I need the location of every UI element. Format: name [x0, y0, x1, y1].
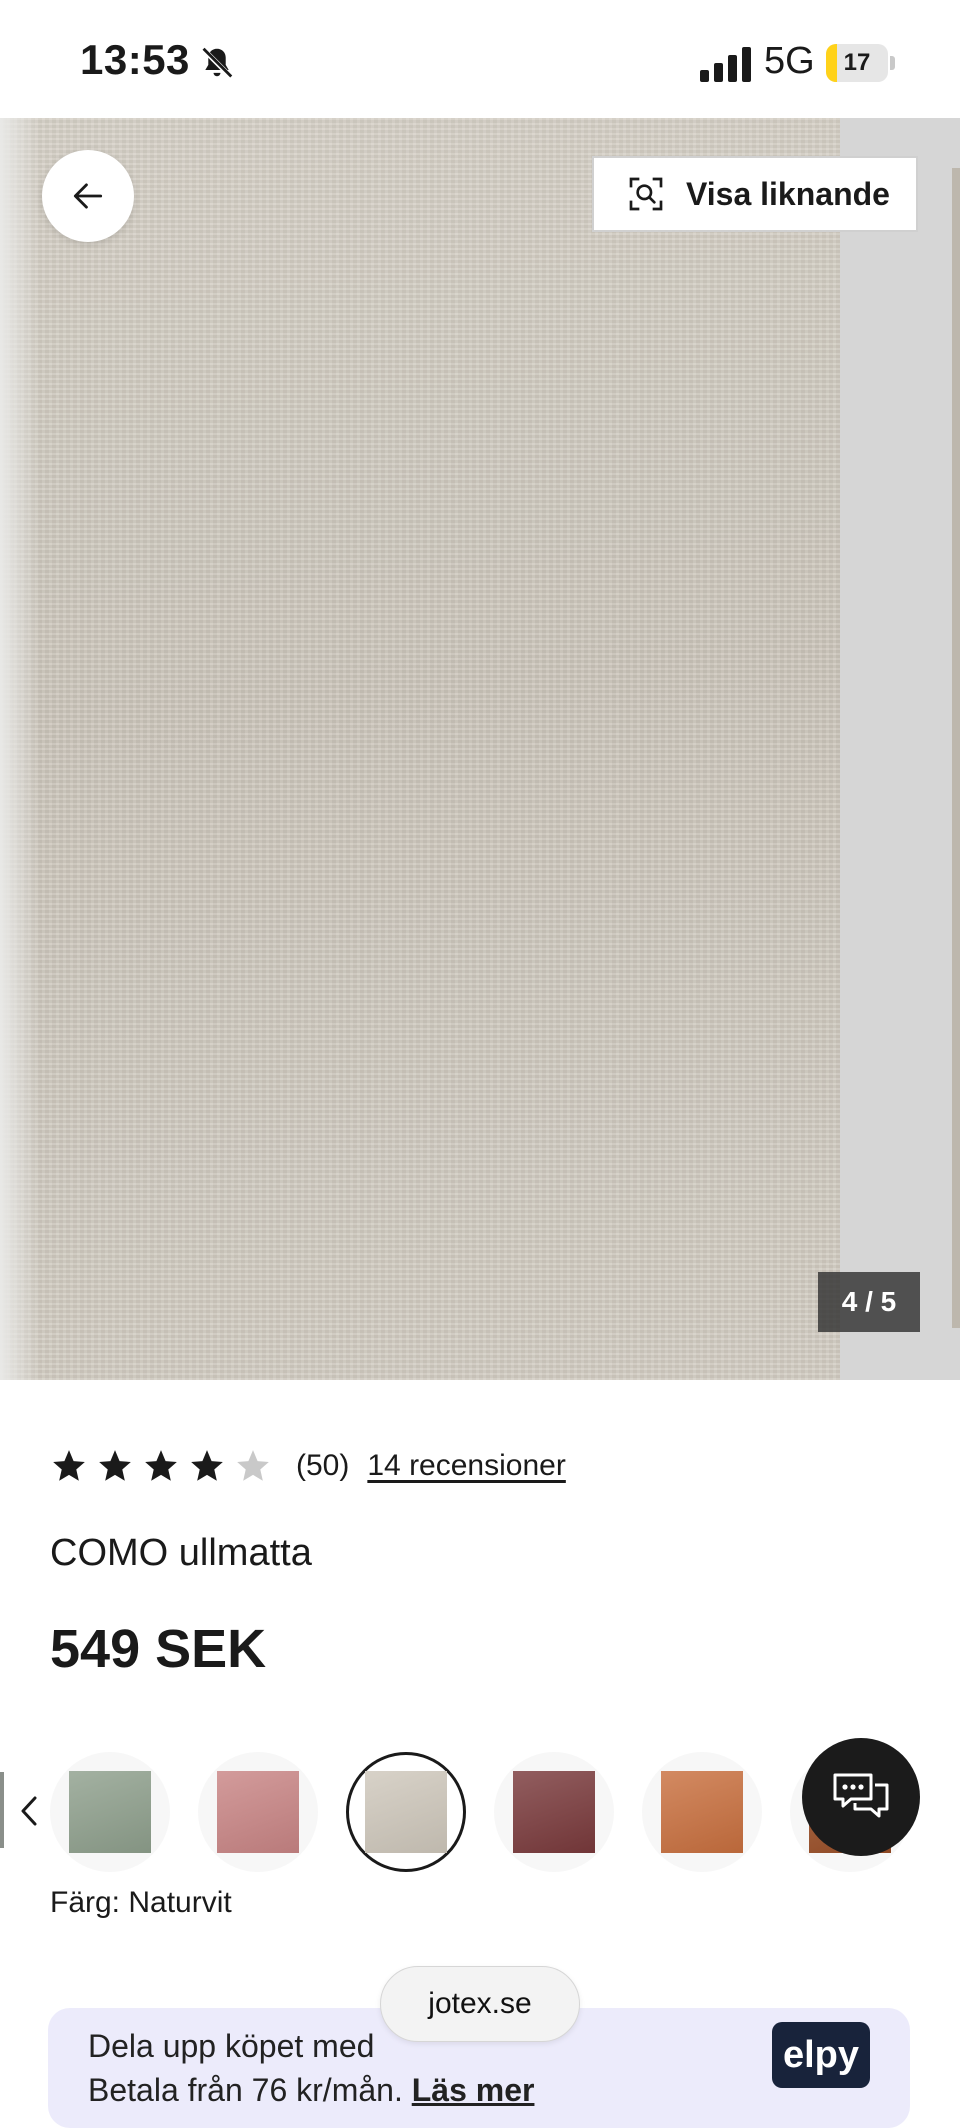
visual-search-icon — [629, 177, 663, 211]
swatch-green[interactable] — [50, 1752, 170, 1872]
network-label: 5G — [764, 40, 815, 82]
browser-url-pill[interactable]: jotex.se — [380, 1966, 580, 2042]
read-more-link[interactable]: Läs mer — [412, 2072, 535, 2108]
swatch-chip — [661, 1771, 743, 1853]
swatch-rose[interactable] — [198, 1752, 318, 1872]
swatch-natural-white[interactable] — [346, 1752, 466, 1872]
image-counter: 4 / 5 — [818, 1272, 920, 1332]
star-empty-icon — [237, 1450, 269, 1481]
next-image-peek[interactable] — [840, 118, 960, 1380]
star-filled-icon — [99, 1450, 131, 1481]
back-button[interactable] — [42, 150, 134, 242]
reviews-link[interactable]: 14 recensioner — [367, 1449, 565, 1483]
swatch-chip — [69, 1771, 151, 1853]
swatch-peek — [0, 1772, 4, 1848]
chat-button[interactable] — [802, 1738, 920, 1856]
product-price: 549 SEK — [50, 1619, 267, 1679]
star-filled-icon — [53, 1450, 85, 1481]
color-label: Färg: Naturvit — [50, 1886, 232, 1919]
product-gallery[interactable]: Visa liknande 4 / 5 — [0, 118, 960, 1380]
chevron-left-icon[interactable] — [16, 1792, 42, 1830]
payment-installment: Betala från 76 kr/mån. — [88, 2072, 403, 2108]
chat-icon — [833, 1773, 889, 1818]
status-time: 13:53 — [80, 36, 190, 83]
swatch-chip — [513, 1771, 595, 1853]
payment-line-1: Dela upp köpet med — [88, 2028, 375, 2064]
battery-icon: 17 — [826, 44, 896, 82]
arrow-left-icon — [73, 183, 103, 209]
star-filled-icon — [145, 1450, 177, 1481]
swatch-chip — [217, 1771, 299, 1853]
product-title: COMO ullmatta — [50, 1532, 312, 1574]
swatch-burgundy[interactable] — [494, 1752, 614, 1872]
show-similar-label: Visa liknande — [686, 175, 890, 212]
bell-muted-icon — [200, 46, 234, 80]
rating-count: (50) — [296, 1449, 350, 1482]
rating-row: (50) 14 recensioner — [50, 1442, 566, 1490]
star-filled-icon — [191, 1450, 223, 1481]
image-background — [0, 118, 40, 1380]
product-image[interactable] — [0, 118, 840, 1380]
battery-level: 17 — [843, 49, 871, 76]
next-image-edge — [952, 168, 960, 1328]
status-bar: 13:53 5G 17 — [0, 0, 960, 118]
show-similar-button[interactable]: Visa liknande — [592, 156, 918, 232]
swatch-rust[interactable] — [642, 1752, 762, 1872]
rating-stars — [50, 1447, 272, 1485]
swatch-chip — [365, 1771, 447, 1853]
elpy-logo: elpy — [772, 2022, 870, 2088]
signal-icon — [700, 47, 751, 82]
